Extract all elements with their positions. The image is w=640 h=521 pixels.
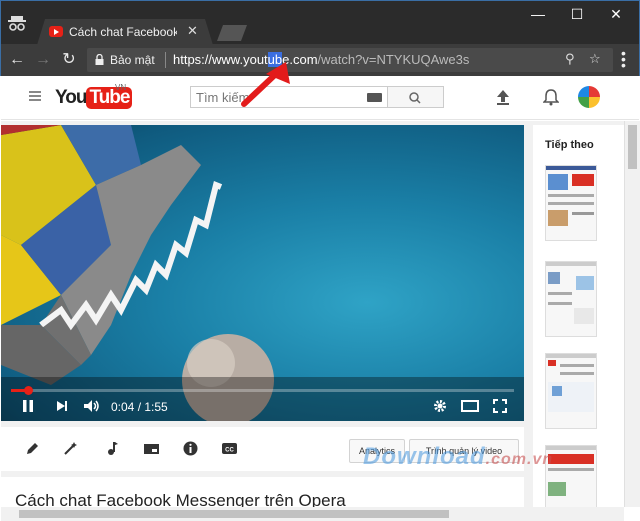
magic-wand-icon[interactable] (63, 441, 78, 456)
vertical-scrollbar[interactable] (624, 121, 640, 507)
new-tab-button[interactable] (217, 25, 247, 41)
settings-gear-icon[interactable] (433, 399, 447, 413)
maximize-icon[interactable]: ☐ (566, 5, 588, 25)
lock-icon (95, 54, 104, 65)
logo-you: You (55, 87, 88, 108)
address-separator (165, 52, 166, 68)
video-thumbnail[interactable] (545, 353, 597, 429)
search-button[interactable] (388, 86, 444, 108)
bell-icon[interactable] (543, 88, 559, 106)
reload-icon[interactable]: ↻ (59, 50, 79, 70)
back-arrow-icon[interactable]: ← (7, 50, 27, 70)
pause-icon[interactable] (21, 399, 35, 413)
next-icon[interactable] (55, 399, 69, 413)
avatar[interactable] (578, 86, 600, 108)
video-thumbnail[interactable] (545, 261, 597, 337)
youtube-logo[interactable]: You Tube VN (55, 83, 133, 109)
forward-arrow-icon[interactable]: → (33, 50, 53, 70)
fullscreen-icon[interactable] (493, 399, 507, 413)
horizontal-scrollbar[interactable] (1, 507, 624, 521)
incognito-icon (8, 16, 26, 31)
progress-bar[interactable] (11, 386, 514, 395)
watch-page: 0:04 / 1:55 Tiếp theo CC Analytics Trình… (1, 121, 624, 521)
end-screen-icon[interactable] (143, 441, 160, 456)
volume-icon[interactable] (83, 399, 101, 413)
time-display: 0:04 / 1:55 (111, 400, 168, 414)
video-thumbnail[interactable] (545, 165, 597, 241)
browser-title-bar: Cách chat Facebook M ✕ — ☐ ✕ (0, 0, 640, 45)
address-bar[interactable]: Bảo mật https://www.youtube.com/watch?v=… (87, 48, 613, 72)
security-label: Bảo mật (110, 53, 155, 67)
watermark-suffix: .com.vn (485, 451, 554, 468)
minimize-icon[interactable]: — (527, 5, 549, 25)
youtube-favicon-icon (49, 26, 63, 37)
keyboard-icon[interactable] (367, 93, 382, 102)
video-frame (1, 125, 524, 421)
browser-toolbar: ← → ↻ Bảo mật https://www.youtube.com/wa… (0, 44, 640, 76)
url-text[interactable]: https://www.youtube.com/watch?v=NTYKUQAw… (173, 52, 469, 67)
horizontal-scroll-thumb[interactable] (19, 510, 449, 518)
url-path: /watch?v=NTYKUQAwe3s (317, 52, 470, 67)
browser-tab[interactable]: Cách chat Facebook M ✕ (37, 19, 213, 45)
logo-region: VN (115, 83, 127, 92)
youtube-header: You Tube VN Tìm kiếm (1, 76, 639, 120)
annotation-arrow-icon (241, 62, 290, 107)
theater-mode-icon[interactable] (461, 399, 479, 413)
vertical-scroll-thumb[interactable] (628, 125, 637, 169)
watermark-text: Download (363, 443, 486, 470)
subtitles-cc-icon[interactable]: CC (221, 441, 238, 456)
guide-menu-icon[interactable] (29, 91, 41, 103)
info-icon[interactable] (183, 441, 198, 456)
up-next-label: Tiếp theo (545, 139, 594, 151)
tab-close-icon[interactable]: ✕ (187, 23, 198, 39)
upload-icon[interactable] (495, 88, 511, 106)
star-icon[interactable]: ☆ (589, 51, 601, 67)
music-note-icon[interactable] (105, 441, 120, 456)
close-window-icon[interactable]: ✕ (605, 5, 627, 25)
video-player[interactable]: 0:04 / 1:55 (1, 125, 524, 421)
zoom-icon[interactable]: ⚲ (565, 51, 575, 67)
pencil-icon[interactable] (25, 441, 40, 456)
watermark-logo: Download.com.vn (363, 443, 553, 471)
menu-dots-icon[interactable]: • • • (621, 46, 627, 72)
url-prefix: https:// (173, 52, 213, 67)
search-icon (409, 92, 421, 104)
svg-text:CC: CC (225, 448, 234, 454)
tab-title: Cách chat Facebook M (69, 25, 177, 39)
